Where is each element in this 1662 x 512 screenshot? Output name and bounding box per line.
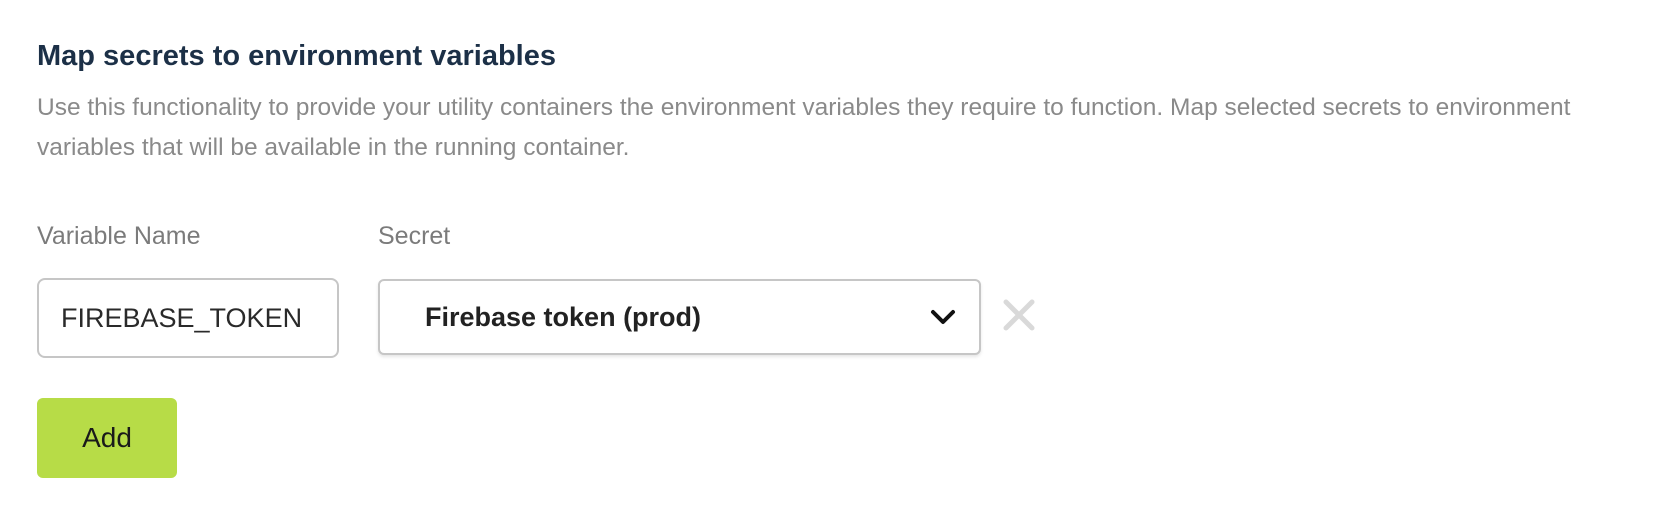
secret-select[interactable]: Firebase token (prod) <box>378 279 981 355</box>
section-description: Use this functionality to provide your u… <box>37 94 1571 161</box>
variable-name-input[interactable] <box>37 278 339 358</box>
chevron-down-icon <box>931 310 955 324</box>
add-button[interactable]: Add <box>37 398 177 478</box>
variable-name-label: Variable Name <box>37 222 201 250</box>
secret-select-value: Firebase token (prod) <box>425 302 702 332</box>
close-icon[interactable] <box>1000 296 1038 334</box>
section-title: Map secrets to environment variables <box>37 40 556 72</box>
secret-label: Secret <box>378 222 451 250</box>
